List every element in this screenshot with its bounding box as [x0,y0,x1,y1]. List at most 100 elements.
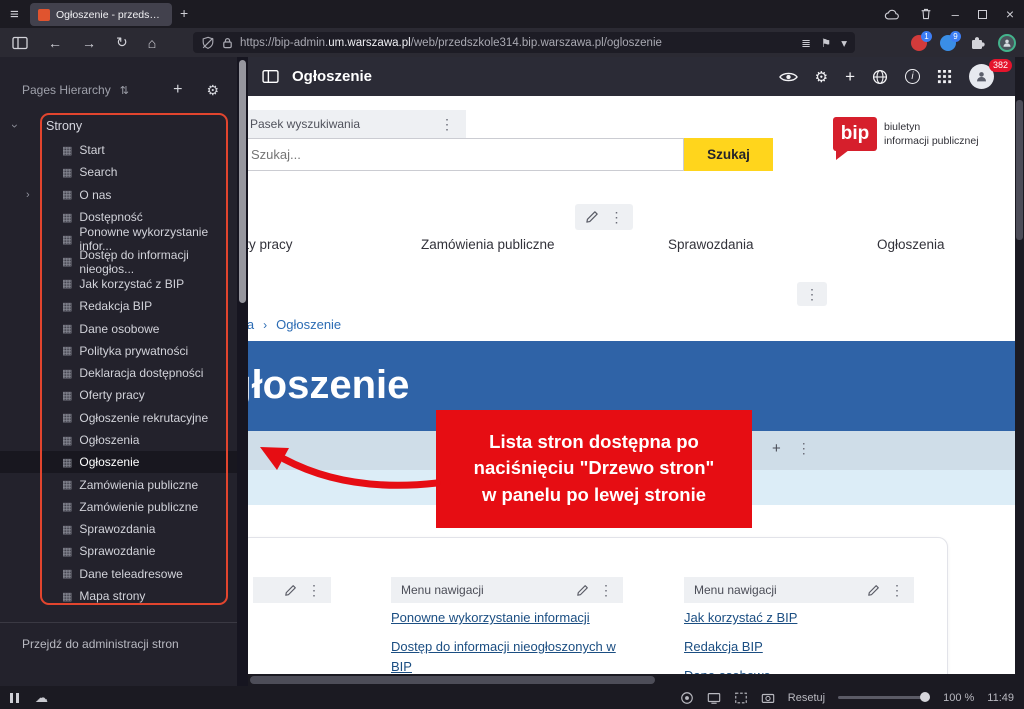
vertical-scrollbar-thumb[interactable] [1016,100,1023,240]
reset-zoom-button[interactable]: Resetuj [788,692,825,704]
sidebar-item-sprawozdanie[interactable]: ▦Sprawozdanie [0,540,237,562]
info-icon[interactable]: i [905,69,920,84]
sidebar-item-ogloszenie-selected[interactable]: ▦Ogłoszenie [0,451,237,473]
record-icon[interactable] [680,691,694,705]
cloud-sync-icon[interactable] [884,8,900,21]
browser-tab[interactable]: Ogłoszenie - przedszkole31... [30,3,172,26]
settings-gear-icon[interactable]: ⚙ [815,68,828,86]
page-icon: ▦ [62,344,72,357]
camera-icon[interactable] [761,691,775,705]
menu-link[interactable]: Jak korzystać z BIP [684,608,914,628]
url-prefix: https://bip-admin. [240,37,328,49]
zoom-slider[interactable] [838,696,930,699]
nav-item-sprawozdania[interactable]: Sprawozdania [668,237,754,252]
page-icon: ▦ [62,411,72,424]
search-button[interactable]: Szukaj [684,138,773,171]
horizontal-scrollbar-thumb[interactable] [250,676,655,684]
menu-hamburger-icon[interactable]: ≡ [10,6,19,23]
url-bar[interactable]: https://bip-admin.um.warszawa.pl/web/prz… [193,32,855,53]
sidebar-item-dane-teleadresowe[interactable]: ▦Dane teleadresowe [0,563,237,585]
urlbar-caret-icon[interactable]: ▾ [841,36,847,50]
maximize-button[interactable] [978,10,987,19]
menu-link[interactable]: Redakcja BIP [684,637,914,657]
sidebar-item-zamowienie-publiczne[interactable]: ▦Zamówienie publiczne [0,496,237,518]
edit-pencil-icon[interactable] [284,584,297,597]
minimize-button[interactable]: – [952,7,959,22]
add-plus-icon[interactable]: + [772,440,781,457]
portlet-kebab-icon[interactable]: ⋮ [797,440,811,457]
pause-icon[interactable] [10,693,19,703]
portlet-kebab-icon[interactable]: ⋮ [890,582,904,599]
sidebar-item-polityka[interactable]: ▦Polityka prywatności [0,340,237,362]
extension-2-icon[interactable]: 9 [940,35,956,51]
portlet-kebab-icon[interactable]: ⋮ [440,116,454,133]
preview-eye-icon[interactable] [779,70,798,84]
sidebar-item-ogloszenia[interactable]: ▦Ogłoszenia [0,429,237,451]
pages-tree-list: ▦Start ▦Search ›▦O nas ▦Dostępność ▦Pono… [0,139,237,607]
go-to-pages-admin-link[interactable]: Przejdź do administracji stron [22,637,179,651]
sidebar-item-start[interactable]: ▦Start [0,139,237,161]
add-plus-icon[interactable]: + [845,67,855,87]
sidebar-item-dane-osobowe[interactable]: ▦Dane osobowe [0,317,237,339]
forward-button[interactable]: → [82,35,96,51]
portlet-kebab-icon[interactable]: ⋮ [599,582,613,599]
tree-root-strony[interactable]: › Strony [0,115,237,137]
menu-link[interactable]: Dane osobowe [684,666,914,674]
bookmark-flag-icon[interactable]: ⚑ [821,36,831,50]
edit-pencil-icon[interactable] [867,584,880,597]
chevron-right-icon[interactable]: › [26,189,30,201]
nav-item-ogloszenia[interactable]: Ogłoszenia [877,237,945,252]
sidebar-item-oferty-pracy[interactable]: ▦Oferty pracy [0,384,237,406]
sidebar-item-sprawozdania[interactable]: ▦Sprawozdania [0,518,237,540]
region-select-icon[interactable] [734,691,748,705]
sidebar-item-dostep[interactable]: ▦Dostęp do informacji nieogłos... [0,250,237,272]
tracking-shield-icon[interactable] [201,36,215,50]
trash-icon[interactable] [919,7,933,21]
portlet-kebab-icon[interactable]: ⋮ [610,209,624,226]
account-avatar-icon[interactable] [998,34,1016,52]
edit-pencil-icon[interactable] [576,584,589,597]
portlet-kebab-icon[interactable]: ⋮ [805,286,819,303]
menu-link[interactable]: Dostęp do informacji nieogłoszonych w BI… [391,637,629,674]
sidebar-item-mapa-strony[interactable]: ▦Mapa strony [0,585,237,607]
bip-logo-tail [836,150,849,160]
page-icon: ▦ [62,166,72,179]
sidebar-item-jak-korzystac[interactable]: ▦Jak korzystać z BIP [0,273,237,295]
screen-icon[interactable] [707,691,721,705]
sidebar-item-zamowienia-publiczne[interactable]: ▦Zamówienia publiczne [0,473,237,495]
nav-item-zamowienia[interactable]: Zamówienia publiczne [421,237,555,252]
edit-pencil-icon[interactable] [585,210,599,224]
page-icon: ▦ [62,590,72,603]
sidebar-toggle-icon[interactable] [12,35,28,51]
back-button[interactable]: ← [48,35,62,51]
zoom-slider-thumb[interactable] [920,692,930,702]
chevron-down-icon[interactable]: › [8,124,22,128]
app-grid-icon[interactable] [937,69,952,84]
sidebar-scrollbar[interactable] [237,57,248,686]
sidebar-item-redakcja[interactable]: ▦Redakcja BIP [0,295,237,317]
pages-settings-gear-icon[interactable]: ⚙ [206,82,219,99]
sort-icon[interactable]: ⇅ [120,84,129,97]
vertical-scrollbar[interactable] [1015,57,1024,674]
extension-1-icon[interactable]: 1 [911,35,927,51]
sidebar-item-o-nas[interactable]: ›▦O nas [0,184,237,206]
home-button[interactable]: ⌂ [148,35,156,51]
close-button[interactable]: × [1006,6,1014,22]
sidebar-item-search[interactable]: ▦Search [0,161,237,183]
horizontal-scrollbar[interactable] [248,674,1015,686]
portlet-kebab-icon[interactable]: ⋮ [307,582,321,599]
sidebar-item-deklaracja[interactable]: ▦Deklaracja dostępności [0,362,237,384]
add-page-button[interactable]: + [173,81,182,99]
refresh-button[interactable]: ↻ [116,34,128,51]
sidebar-scrollbar-thumb[interactable] [239,60,246,303]
menu-link[interactable]: Ponowne wykorzystanie informacji [391,608,629,628]
new-tab-button[interactable]: + [180,5,188,21]
menu-portlet-label: Menu nawigacji [694,583,777,597]
reader-mode-icon[interactable]: ≣ [801,36,811,50]
extensions-puzzle-icon[interactable] [969,35,985,51]
product-menu-toggle-icon[interactable] [262,68,279,85]
search-input[interactable] [238,138,684,171]
language-globe-icon[interactable] [872,69,888,85]
sidebar-item-ogloszenie-rekrutacyjne[interactable]: ▦Ogłoszenie rekrutacyjne [0,407,237,429]
search-portlet-label: Pasek wyszukiwania [250,117,360,131]
